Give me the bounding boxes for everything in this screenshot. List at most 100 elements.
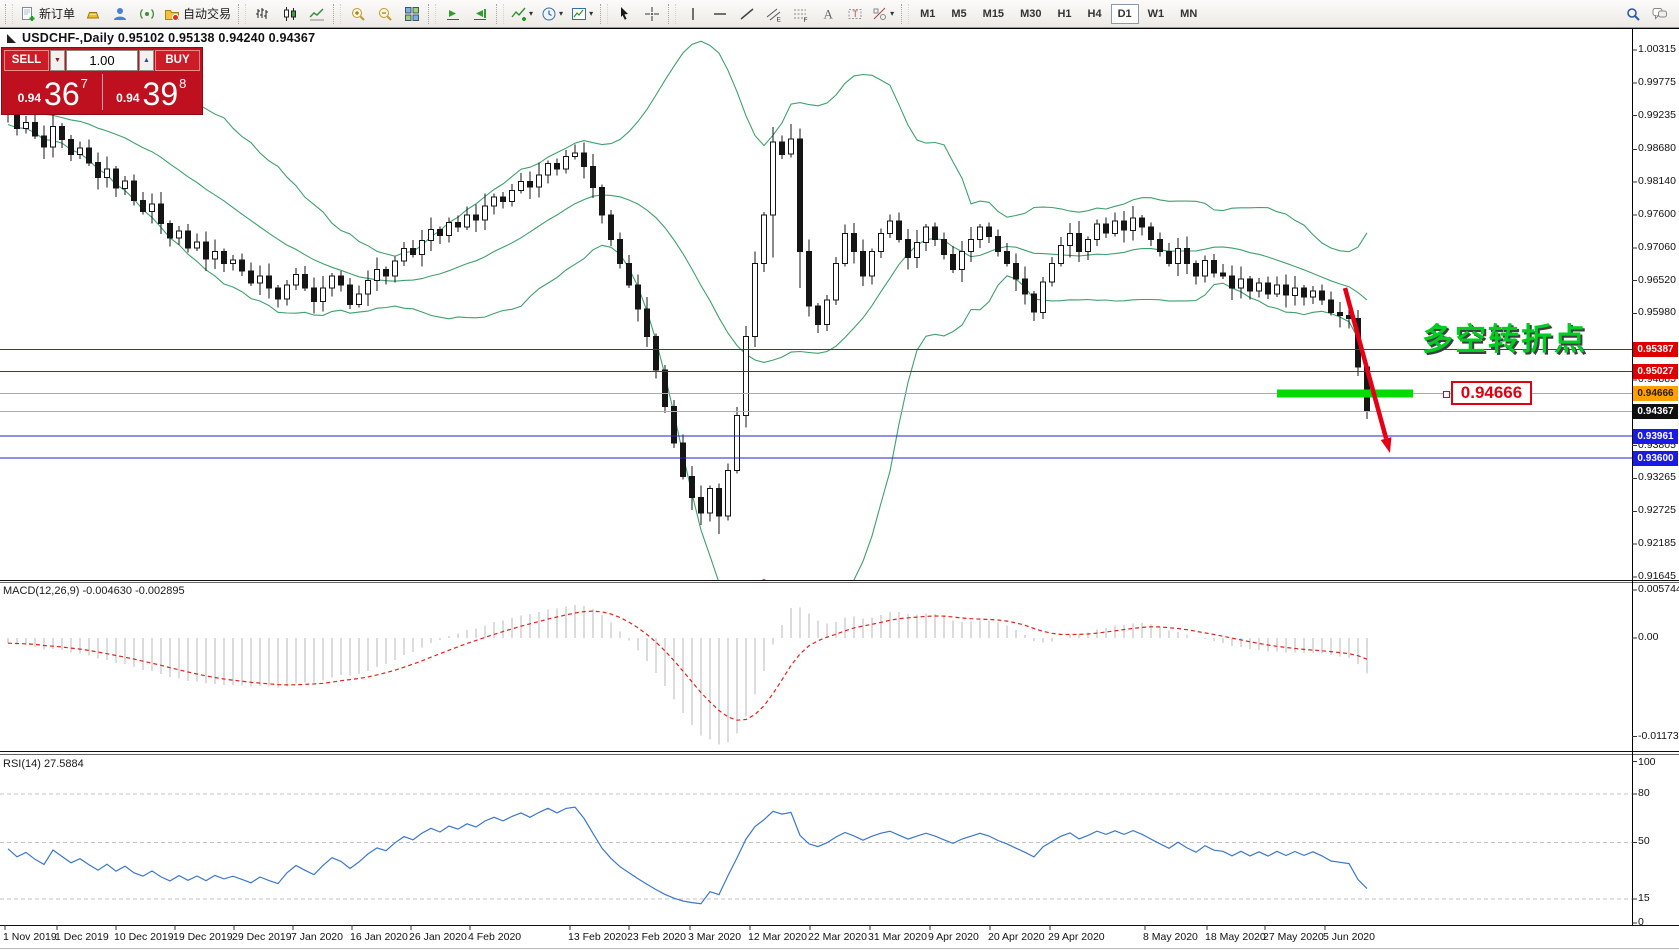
date-label: 9 Apr 2020 <box>928 931 979 943</box>
turning-point-annotation[interactable]: 多空转折点 <box>1422 314 1587 359</box>
chart-shift-icon <box>472 6 488 22</box>
channel-button[interactable]: E <box>761 2 786 25</box>
text-icon: A <box>820 6 836 22</box>
templates-button[interactable]: ▾ <box>568 2 596 25</box>
date-label: 8 May 2020 <box>1143 931 1198 943</box>
channel-icon: E <box>766 6 782 22</box>
price-axis-tick: 0.98680 <box>1638 142 1676 154</box>
price-line-tag: 0.94666 <box>1633 386 1678 401</box>
trendline-button[interactable] <box>734 2 759 25</box>
gold-button[interactable] <box>80 2 105 25</box>
volume-input[interactable] <box>66 50 138 71</box>
search-icon <box>1625 6 1641 22</box>
shapes-button[interactable]: ▾ <box>869 2 897 25</box>
date-label: 19 Dec 2019 <box>173 931 233 943</box>
new-order-button[interactable]: 新订单 <box>17 2 78 25</box>
signals-button[interactable] <box>134 2 159 25</box>
date-label: 29 Apr 2020 <box>1048 931 1105 943</box>
sell-price[interactable]: 0.94 36 7 <box>4 72 102 112</box>
date-label: 23 Feb 2020 <box>627 931 686 943</box>
crosshair-icon <box>644 6 660 22</box>
timeframe-m1-button[interactable]: M1 <box>913 4 942 24</box>
timeframe-mn-button[interactable]: MN <box>1173 4 1204 24</box>
sell-button[interactable]: SELL <box>4 50 49 71</box>
signals-icon <box>139 6 155 22</box>
cursor-button[interactable] <box>612 2 637 25</box>
price-axis-tick: 0.96520 <box>1638 274 1676 286</box>
vertical-line-button[interactable] <box>680 2 705 25</box>
date-label: 27 May 2020 <box>1263 931 1324 943</box>
date-label: 20 Apr 2020 <box>988 931 1045 943</box>
macd-signal-line <box>8 611 1367 720</box>
rsi-axis-tick: 15 <box>1638 892 1650 904</box>
date-label: 22 Mar 2020 <box>808 931 867 943</box>
indicators-button[interactable]: ▾ <box>508 2 536 25</box>
zoom-out-button[interactable] <box>372 2 397 25</box>
chart-canvas[interactable] <box>0 0 1679 950</box>
macd-histogram <box>8 605 1367 744</box>
support-zone-bar[interactable] <box>1277 389 1413 397</box>
trade-panel-header: SELL ▼ ▲ BUY <box>4 50 200 71</box>
shapes-icon <box>872 6 888 22</box>
volume-decrease-button[interactable]: ▼ <box>50 50 65 71</box>
buy-price[interactable]: 0.94 39 8 <box>103 72 201 112</box>
label-icon: T <box>847 6 863 22</box>
price-axis: 1.003150.997750.992350.986800.981400.976… <box>1633 0 1679 950</box>
chat-button[interactable] <box>1647 2 1672 25</box>
horizontal-line-button[interactable] <box>707 2 732 25</box>
svg-text:A: A <box>823 6 833 21</box>
zoom-in-button[interactable] <box>345 2 370 25</box>
timeframe-m15-button[interactable]: M15 <box>976 4 1011 24</box>
periods-button[interactable]: ▾ <box>538 2 566 25</box>
bar-chart-button[interactable] <box>250 2 275 25</box>
new-order-button-label: 新订单 <box>39 5 75 22</box>
chevron-down-icon: ▾ <box>559 9 563 18</box>
chart-shift-button[interactable] <box>467 2 492 25</box>
text-label-button[interactable]: T <box>842 2 867 25</box>
price-line-tag: 0.93961 <box>1633 429 1678 444</box>
crosshair-button[interactable] <box>639 2 664 25</box>
trendline-icon <box>739 6 755 22</box>
chevron-down-icon: ▾ <box>589 9 593 18</box>
timeframe-h4-button[interactable]: H4 <box>1081 4 1109 24</box>
rsi-axis-tick: 100 <box>1638 756 1656 768</box>
buy-button[interactable]: BUY <box>155 50 200 71</box>
autotrade-button[interactable]: 自动交易 <box>161 2 234 25</box>
timeframe-d1-button[interactable]: D1 <box>1111 4 1139 24</box>
clock-icon <box>541 6 557 22</box>
line-chart-button[interactable] <box>304 2 329 25</box>
timeframe-m5-button[interactable]: M5 <box>944 4 973 24</box>
timeframe-h1-button[interactable]: H1 <box>1050 4 1078 24</box>
timeframe-m30-button[interactable]: M30 <box>1013 4 1048 24</box>
one-click-trading-panel: SELL ▼ ▲ BUY 0.94 36 7 0.94 39 8 <box>1 47 203 115</box>
date-label: 29 Dec 2019 <box>232 931 292 943</box>
community-button[interactable] <box>107 2 132 25</box>
autotrade-icon <box>164 6 180 22</box>
timeframe-w1-button[interactable]: W1 <box>1141 4 1172 24</box>
date-label: 26 Jan 2020 <box>409 931 467 943</box>
tile-windows-button[interactable] <box>399 2 424 25</box>
zoom-in-icon <box>350 6 366 22</box>
symbol-header: USDCHF-,Daily 0.95102 0.95138 0.94240 0.… <box>6 31 315 45</box>
date-label: 5 Jun 2020 <box>1323 931 1375 943</box>
template-icon <box>571 6 587 22</box>
toolbar-grip <box>901 4 909 24</box>
rsi-axis-tick: 80 <box>1638 787 1650 799</box>
toolbar-grip <box>333 4 341 24</box>
search-button[interactable] <box>1620 2 1645 25</box>
text-button[interactable]: A <box>815 2 840 25</box>
date-label: 18 May 2020 <box>1205 931 1266 943</box>
candlestick-chart-button[interactable] <box>277 2 302 25</box>
triangle-down-icon: ▼ <box>54 57 61 64</box>
price-level-label[interactable]: 0.94666 <box>1451 381 1532 405</box>
down-arrow-object[interactable] <box>1345 288 1391 453</box>
toolbar-grip <box>600 4 608 24</box>
auto-scroll-button[interactable] <box>440 2 465 25</box>
macd-axis-tick: 0.00 <box>1638 631 1658 643</box>
date-label: 7 Jan 2020 <box>291 931 343 943</box>
price-axis-tick: 1.00315 <box>1638 43 1676 55</box>
volume-increase-button[interactable]: ▲ <box>139 50 154 71</box>
fibonacci-button[interactable]: F <box>788 2 813 25</box>
price-axis-tick: 0.97060 <box>1638 241 1676 253</box>
date-label: 13 Feb 2020 <box>568 931 627 943</box>
